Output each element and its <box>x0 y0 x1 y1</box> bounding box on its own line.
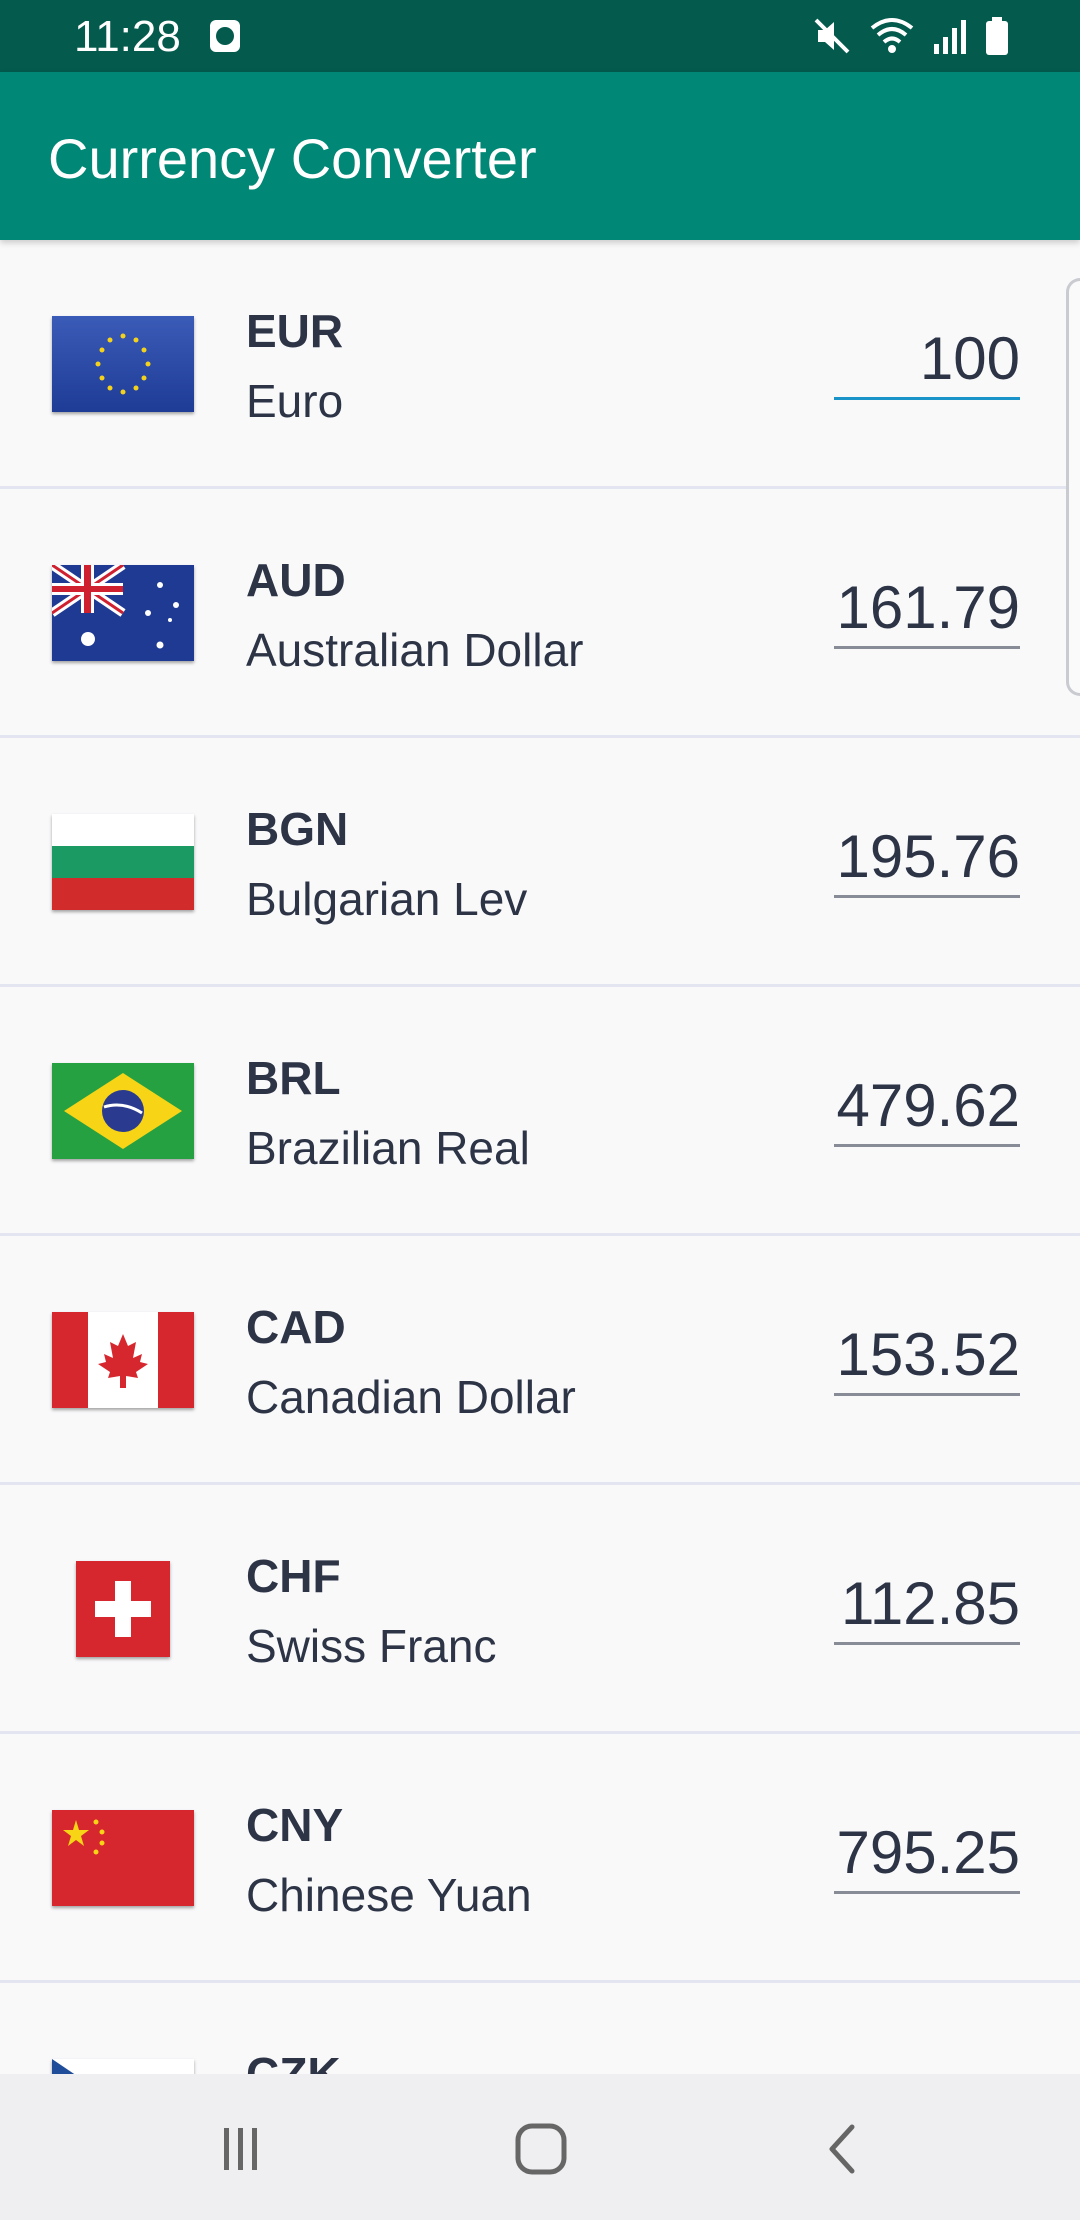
au-flag-icon <box>52 565 194 661</box>
fast-scroll-handle[interactable] <box>1066 278 1080 696</box>
currency-name: Euro <box>246 375 344 427</box>
signal-icon <box>934 20 966 54</box>
currency-row-bgn[interactable]: BGN Bulgarian Lev 195.76 <box>0 738 1080 987</box>
currency-code: CHF <box>246 1550 341 1602</box>
currency-code: CZK <box>246 2048 341 2074</box>
battery-icon <box>986 17 1008 55</box>
status-icons <box>812 14 1010 58</box>
amount-input-eur[interactable]: 100 <box>834 324 1020 400</box>
currency-name: Australian Dollar <box>246 624 584 676</box>
currency-row-cad[interactable]: CAD Canadian Dollar 153.52 <box>0 1236 1080 1485</box>
currency-row-cny[interactable]: CNY Chinese Yuan 795.25 <box>0 1734 1080 1983</box>
page-title: Currency Converter <box>48 127 537 190</box>
currency-code: CNY <box>246 1799 344 1851</box>
currency-name: Swiss Franc <box>246 1620 497 1672</box>
cz-flag-icon <box>52 2059 194 2074</box>
currency-code: AUD <box>246 554 346 606</box>
currency-row-eur[interactable]: EUR Euro 100 <box>0 240 1080 489</box>
home-icon[interactable] <box>506 2114 576 2184</box>
currency-row-aud[interactable]: AUD Australian Dollar 161.79 <box>0 489 1080 738</box>
amount-input-cny[interactable]: 795.25 <box>834 1818 1020 1894</box>
alarm-icon <box>210 20 240 52</box>
currency-name: Chinese Yuan <box>246 1869 532 1921</box>
currency-row-czk[interactable]: CZK <box>0 1983 1080 2074</box>
bg-flag-icon <box>52 814 194 910</box>
wifi-icon <box>870 18 914 53</box>
currency-name: Brazilian Real <box>246 1122 530 1174</box>
currency-code: EUR <box>246 305 344 357</box>
amount-input-brl[interactable]: 479.62 <box>834 1071 1020 1147</box>
amount-input-bgn[interactable]: 195.76 <box>834 822 1020 898</box>
recent-apps-icon[interactable] <box>206 2114 276 2184</box>
currency-code: BGN <box>246 803 349 855</box>
app-bar: Currency Converter <box>0 72 1080 240</box>
currency-row-brl[interactable]: BRL Brazilian Real 479.62 <box>0 987 1080 1236</box>
status-bar: 11:28 <box>0 0 1080 72</box>
currency-code: CAD <box>246 1301 346 1353</box>
currency-name: Bulgarian Lev <box>246 873 528 925</box>
back-icon[interactable] <box>808 2114 878 2184</box>
ca-flag-icon <box>52 1312 194 1408</box>
amount-input-cad[interactable]: 153.52 <box>834 1320 1020 1396</box>
mute-icon <box>814 18 850 54</box>
currency-name: Canadian Dollar <box>246 1371 576 1423</box>
amount-input-chf[interactable]: 112.85 <box>834 1569 1020 1645</box>
cn-flag-icon <box>52 1810 194 1906</box>
status-time: 11:28 <box>74 12 181 61</box>
eu-flag-icon <box>52 316 194 412</box>
currency-row-chf[interactable]: CHF Swiss Franc 112.85 <box>0 1485 1080 1734</box>
ch-flag-icon <box>76 1561 170 1657</box>
currency-list[interactable]: EUR Euro 100 AUD Australian Dollar 161.7… <box>0 240 1080 2074</box>
system-nav-bar <box>0 2074 1080 2220</box>
currency-code: BRL <box>246 1052 341 1104</box>
br-flag-icon <box>52 1063 194 1159</box>
amount-input-aud[interactable]: 161.79 <box>834 573 1020 649</box>
